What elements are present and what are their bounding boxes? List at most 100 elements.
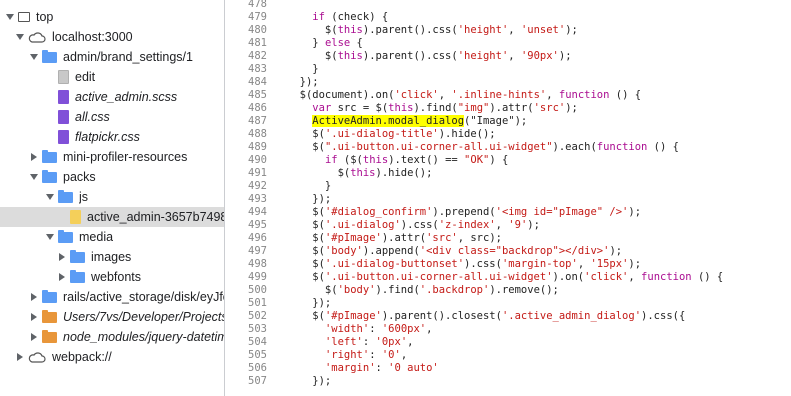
code-line[interactable]: if (check) { [287, 11, 388, 24]
tree-item[interactable]: top [0, 7, 224, 27]
expand-arrow-right-icon[interactable] [14, 352, 26, 362]
tree-item[interactable]: mini-profiler-resources [0, 147, 224, 167]
tree-item[interactable]: webpack:// [0, 347, 224, 367]
line-number[interactable]: 503 [225, 323, 267, 336]
line-number[interactable]: 482 [225, 50, 267, 63]
code-line[interactable]: }); [287, 375, 331, 388]
code-line[interactable]: 'right': '0', [287, 349, 407, 362]
line-number[interactable]: 501 [225, 297, 267, 310]
tree-item[interactable]: all.css [0, 107, 224, 127]
line-number[interactable]: 485 [225, 89, 267, 102]
line-number[interactable]: 500 [225, 284, 267, 297]
expand-arrow-down-icon[interactable] [14, 32, 26, 42]
line-number[interactable]: 478 [225, 0, 267, 11]
line-number[interactable]: 502 [225, 310, 267, 323]
code-line[interactable]: 'left': '0px', [287, 336, 414, 349]
tree-item[interactable]: edit [0, 67, 224, 87]
code-string: '0 auto' [388, 362, 439, 374]
line-number[interactable]: 483 [225, 63, 267, 76]
expand-arrow-right-icon[interactable] [56, 252, 68, 262]
line-number[interactable]: 481 [225, 37, 267, 50]
line-number[interactable]: 506 [225, 362, 267, 375]
expand-arrow-down-icon[interactable] [44, 232, 56, 242]
line-number[interactable]: 486 [225, 102, 267, 115]
expand-arrow-down-icon[interactable] [44, 192, 56, 202]
code-line[interactable]: 'margin': '0 auto' [287, 362, 439, 375]
code-line[interactable]: }); [287, 297, 331, 310]
line-number[interactable]: 493 [225, 193, 267, 206]
code-editor[interactable]: 478 479 if (check) { 480 $(this).parent().… [225, 0, 791, 396]
code-line[interactable]: }); [287, 76, 319, 89]
code-line[interactable]: } else { [287, 37, 363, 50]
expand-arrow-right-icon[interactable] [56, 272, 68, 282]
line-number[interactable]: 504 [225, 336, 267, 349]
tree-item[interactable]: rails/active_storage/disk/eyJfc [0, 287, 224, 307]
code-line[interactable]: 'width': '600px', [287, 323, 433, 336]
code-line[interactable]: }); [287, 193, 331, 206]
code-line[interactable]: $(this).parent().css('height', 'unset'); [287, 24, 578, 37]
line-number[interactable]: 487 [225, 115, 267, 128]
code-line[interactable]: $('.ui-dialog-buttonset').css('margin-to… [287, 258, 641, 271]
tree-item[interactable]: media [0, 227, 224, 247]
line-number[interactable]: 491 [225, 167, 267, 180]
code-line[interactable]: $('.ui-dialog-title').hide(); [287, 128, 495, 141]
tree-item-label: active_admin-3657b74988 [87, 210, 224, 224]
code-line[interactable]: $(this).hide(); [287, 167, 433, 180]
code-text: : [369, 349, 382, 361]
code-keyword: this [337, 24, 363, 36]
tree-item[interactable]: flatpickr.css [0, 127, 224, 147]
code-line[interactable]: $('.ui-dialog').css('z-index', '9'); [287, 219, 540, 232]
code-text: $( [287, 206, 325, 218]
line-number[interactable]: 480 [225, 24, 267, 37]
line-number[interactable]: 494 [225, 206, 267, 219]
line-number[interactable]: 497 [225, 245, 267, 258]
code-line[interactable]: } [287, 63, 318, 76]
line-number[interactable]: 505 [225, 349, 267, 362]
tree-item[interactable]: webfonts [0, 267, 224, 287]
code-line[interactable]: var src = $(this).find("img").attr('src'… [287, 102, 578, 115]
line-number[interactable]: 507 [225, 375, 267, 388]
line-number[interactable]: 488 [225, 128, 267, 141]
tree-item[interactable]: node_modules/jquery-datetime [0, 327, 224, 347]
tree-item[interactable]: active_admin.scss [0, 87, 224, 107]
code-line[interactable]: $('body').find('.backdrop').remove(); [287, 284, 559, 297]
line-number[interactable]: 490 [225, 154, 267, 167]
tree-item[interactable]: images [0, 247, 224, 267]
code-line[interactable]: if ($(this).text() == "OK") { [287, 154, 508, 167]
expand-arrow-down-icon[interactable] [28, 172, 40, 182]
expand-arrow-right-icon[interactable] [28, 152, 40, 162]
code-text: $( [287, 219, 325, 231]
line-number[interactable]: 479 [225, 11, 267, 24]
code-line[interactable]: $('#pImage').parent().closest('.active_a… [287, 310, 685, 323]
code-line[interactable]: $('body').append('<div class="backdrop">… [287, 245, 622, 258]
expand-arrow-down-icon[interactable] [4, 12, 16, 22]
line-number[interactable]: 492 [225, 180, 267, 193]
code-line[interactable]: $(this).parent().css('height', '90px'); [287, 50, 572, 63]
code-line[interactable]: $('.ui-button.ui-corner-all.ui-widget').… [287, 271, 723, 284]
code-line[interactable]: $('#pImage').attr('src', src); [287, 232, 502, 245]
tree-item[interactable]: js [0, 187, 224, 207]
code-line[interactable]: ActiveAdmin.modal_dialog("Image"); [287, 115, 527, 128]
code-line[interactable]: $(document).on('click', '.inline-hints',… [287, 89, 641, 102]
expand-arrow-right-icon[interactable] [28, 332, 40, 342]
expand-arrow-right-icon[interactable] [28, 312, 40, 322]
tree-item[interactable]: Users/7vs/Developer/Projects/ [0, 307, 224, 327]
code-line[interactable]: } [287, 180, 331, 193]
tree-item[interactable]: admin/brand_settings/1 [0, 47, 224, 67]
expand-arrow-down-icon[interactable] [28, 52, 40, 62]
code-line[interactable]: $(".ui-button.ui-corner-all.ui-widget").… [287, 141, 679, 154]
tree-item[interactable]: localhost:3000 [0, 27, 224, 47]
line-number[interactable]: 489 [225, 141, 267, 154]
code-keyword: var [312, 102, 332, 114]
line-number[interactable]: 498 [225, 258, 267, 271]
expand-arrow-right-icon[interactable] [28, 292, 40, 302]
code-line[interactable]: $('#dialog_confirm').prepend('<img id="p… [287, 206, 641, 219]
line-number[interactable]: 495 [225, 219, 267, 232]
line-number[interactable]: 484 [225, 76, 267, 89]
tree-item[interactable]: packs [0, 167, 224, 187]
tree-item[interactable]: active_admin-3657b74988 [0, 207, 224, 227]
line-number[interactable]: 496 [225, 232, 267, 245]
line-number[interactable]: 499 [225, 271, 267, 284]
